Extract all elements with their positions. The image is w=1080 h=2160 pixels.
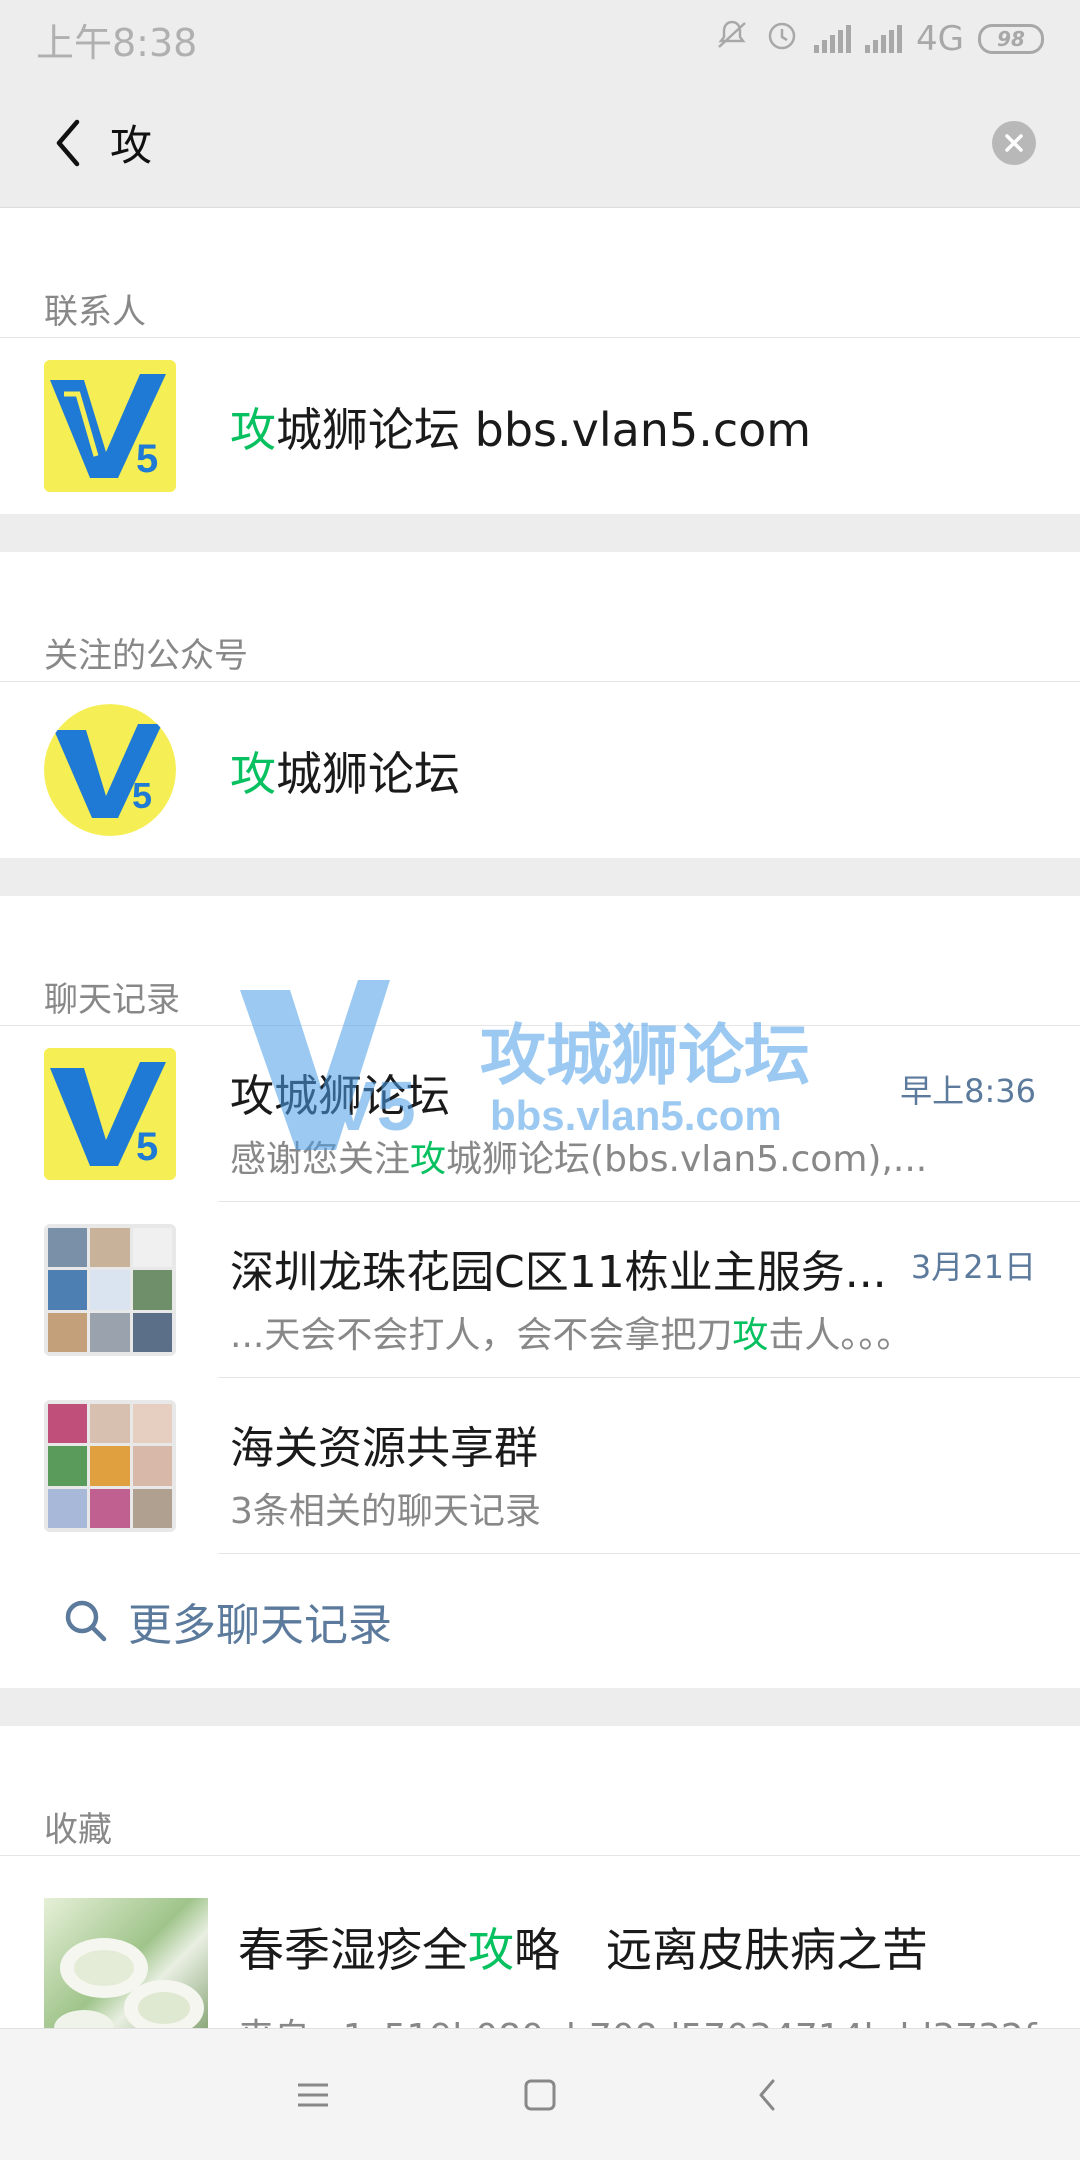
chat-title: 深圳龙珠花园C区11栋业主服务...: [230, 1247, 887, 1298]
alarm-icon: [764, 17, 800, 62]
chat-result-row[interactable]: 海关资源共享群 3条相关的聊天记录: [0, 1378, 1080, 1554]
contact-row[interactable]: 5 攻城狮论坛 bbs.vlan5.com: [0, 338, 1080, 514]
back-icon[interactable]: [737, 2065, 797, 2125]
chat-snippet: ...天会不会打人，会不会拿把刀攻击人。。。: [230, 1315, 913, 1356]
signal-icon: [814, 25, 852, 53]
mute-icon: [714, 17, 750, 62]
svg-text:5: 5: [132, 775, 152, 816]
avatar: 5: [44, 704, 176, 836]
chat-time: 早上8:36: [900, 1072, 1036, 1110]
status-time: 上午8:38: [36, 20, 198, 65]
network-type: 4G: [916, 19, 964, 59]
menu-icon[interactable]: [283, 2065, 343, 2125]
section-title: 收藏: [0, 1726, 1080, 1856]
battery-icon: 98: [978, 24, 1044, 54]
chat-snippet: 3条相关的聊天记录: [230, 1491, 541, 1532]
chat-result-row[interactable]: 5 攻城狮论坛 早上8:36 感谢您关注攻城狮论坛(bbs.vlan5.com)…: [0, 1026, 1080, 1202]
section-official-accounts: 关注的公众号 5 攻城狮论坛: [0, 552, 1080, 858]
svg-text:5: 5: [136, 1125, 158, 1169]
group-avatar: [44, 1400, 176, 1532]
section-title: 关注的公众号: [0, 552, 1080, 682]
signal-icon-2: [865, 25, 903, 53]
section-title: 联系人: [0, 208, 1080, 338]
clear-search-icon[interactable]: [992, 120, 1036, 165]
status-icons: 4G 98: [714, 17, 1044, 62]
official-account-row[interactable]: 5 攻城狮论坛: [0, 682, 1080, 858]
v5-logo-icon: 5: [44, 360, 176, 492]
chat-snippet: 感谢您关注攻城狮论坛(bbs.vlan5.com),...: [230, 1139, 928, 1180]
back-arrow-icon[interactable]: [38, 113, 98, 173]
svg-text:5: 5: [136, 437, 158, 481]
search-icon: [65, 1600, 107, 1642]
chat-time: 3月21日: [910, 1248, 1036, 1286]
official-account-name: 攻城狮论坛: [230, 747, 460, 801]
avatar: 5: [44, 360, 176, 492]
avatar: 5: [44, 1048, 176, 1180]
favorite-title: 春季湿疹全攻略 远离皮肤病之苦: [238, 1923, 928, 1977]
section-contacts: 联系人 5 攻城狮论坛 bbs.vlan5.com: [0, 208, 1080, 514]
chat-title: 攻城狮论坛: [230, 1071, 450, 1122]
v5-logo-icon: 5: [44, 704, 176, 836]
status-bar: 上午8:38 4G 98: [0, 0, 1080, 78]
v5-logo-icon: 5: [44, 1048, 176, 1180]
more-chat-history-button[interactable]: 更多聊天记录: [0, 1554, 1080, 1688]
search-input[interactable]: 攻: [110, 112, 992, 173]
group-avatar: [44, 1224, 176, 1356]
search-results: 联系人 5 攻城狮论坛 bbs.vlan5.com 关注的公众号 5 攻城狮论坛: [0, 208, 1080, 2080]
contact-name: 攻城狮论坛 bbs.vlan5.com: [230, 403, 812, 457]
section-title: 聊天记录: [0, 896, 1080, 1026]
search-header: 攻: [0, 78, 1080, 208]
home-icon[interactable]: [510, 2065, 570, 2125]
system-nav-bar: [0, 2028, 1080, 2160]
more-chat-history-label: 更多聊天记录: [128, 1600, 392, 1651]
chat-result-row[interactable]: 深圳龙珠花园C区11栋业主服务... 3月21日 ...天会不会打人，会不会拿把…: [0, 1202, 1080, 1378]
chat-title: 海关资源共享群: [230, 1423, 538, 1474]
section-favorites: 收藏 春季湿疹全攻略 远离皮肤病之苦 来自 v1_519b080ab708d57…: [0, 1726, 1080, 2080]
section-chat-history: 聊天记录 5 攻城狮论坛 早上8:36 感谢您关注攻城狮论坛(bbs.vlan5…: [0, 896, 1080, 1688]
